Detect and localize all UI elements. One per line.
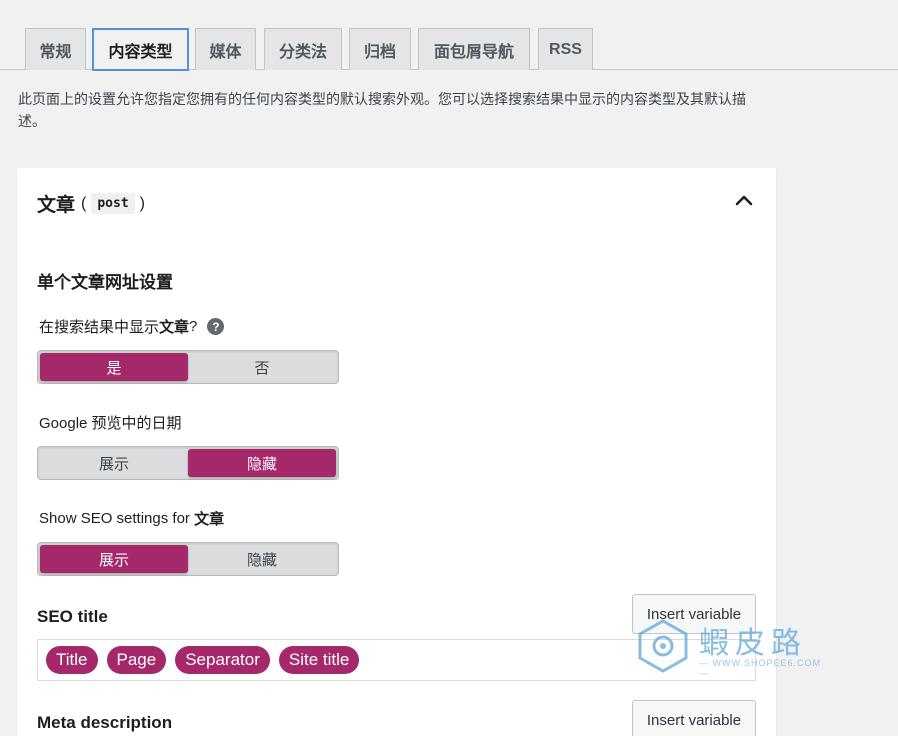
insert-variable-button[interactable]: Insert variable	[632, 700, 756, 736]
label-bold: 文章	[159, 319, 190, 336]
variable-pill-separator[interactable]: Separator	[175, 646, 270, 674]
show-seo-settings-toggle: 展示 隐藏	[37, 542, 339, 576]
date-in-preview-label: Google 预览中的日期	[39, 415, 182, 432]
tab-media[interactable]: 媒体	[195, 28, 256, 70]
variable-pill-page[interactable]: Page	[106, 646, 167, 674]
show-seo-settings-label: Show SEO settings for 文章	[39, 508, 224, 529]
meta-description-label: Meta description	[37, 713, 173, 732]
intro-text: 此页面上的设置允许您指定您拥有的任何内容类型的默认搜索外观。您可以选择搜索结果中…	[18, 91, 746, 129]
toggle-option-yes[interactable]: 是	[40, 353, 188, 381]
paren-close: )	[139, 194, 145, 212]
tab-general[interactable]: 常规	[25, 28, 86, 70]
seo-title-label: SEO title	[37, 607, 108, 626]
paren-open: (	[81, 194, 87, 212]
label-prefix: 在搜索结果中显示	[39, 319, 160, 336]
toggle-option-no[interactable]: 否	[188, 353, 336, 381]
tab-rss[interactable]: RSS	[538, 28, 593, 70]
tab-archives[interactable]: 归档	[349, 28, 411, 70]
chevron-up-icon[interactable]	[734, 190, 754, 210]
toggle-option-show[interactable]: 展示	[40, 545, 188, 573]
panel-title-text: 文章	[37, 195, 76, 216]
post-type-slug: post	[91, 193, 135, 214]
variable-pill-title[interactable]: Title	[46, 646, 98, 674]
section-title: 单个文章网址设置	[37, 273, 173, 292]
panel-title: 文章 ( post )	[37, 190, 147, 217]
tab-content-types[interactable]: 内容类型	[92, 28, 189, 71]
content-type-panel-post: 文章 ( post ) 单个文章网址设置 在搜索结果中显示 文章? ? 是 否 G…	[17, 168, 776, 736]
tab-taxonomies[interactable]: 分类法	[264, 28, 342, 70]
toggle-option-hide[interactable]: 隐藏	[188, 449, 336, 477]
show-in-results-toggle: 是 否	[37, 350, 339, 384]
seo-title-editor[interactable]: Title Page Separator Site title	[37, 639, 756, 681]
tab-breadcrumbs[interactable]: 面包屑导航	[418, 28, 530, 70]
toggle-option-hide[interactable]: 隐藏	[188, 545, 336, 573]
label-suffix: ?	[189, 318, 198, 335]
label-prefix: Show SEO settings for	[39, 510, 195, 527]
label-bold: 文章	[194, 511, 225, 528]
show-in-results-label: 在搜索结果中显示 文章? ?	[39, 316, 225, 337]
help-icon[interactable]: ?	[207, 318, 225, 335]
variable-pill-site-title[interactable]: Site title	[278, 646, 360, 674]
insert-variable-button[interactable]: Insert variable	[632, 594, 756, 634]
toggle-option-show[interactable]: 展示	[40, 449, 188, 477]
date-in-preview-toggle: 展示 隐藏	[37, 446, 339, 480]
tab-bar: 常规 内容类型 媒体 分类法 归档 面包屑导航 RSS	[0, 0, 898, 71]
